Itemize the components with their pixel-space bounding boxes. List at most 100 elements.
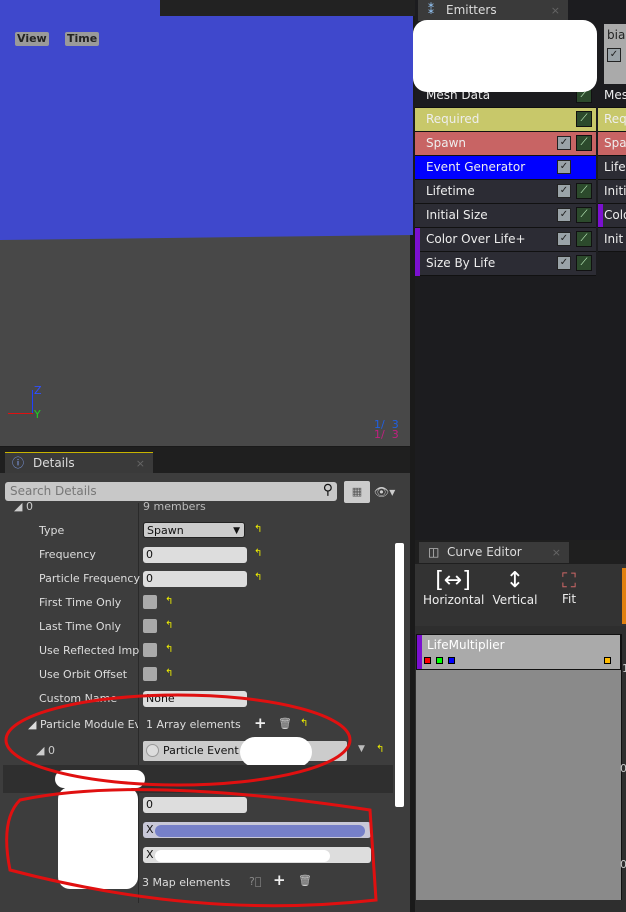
module-label: Mesh [604, 88, 626, 102]
use-orbit-offset-checkbox[interactable] [143, 667, 157, 681]
emitter-icon: ⁑ [428, 3, 434, 17]
red-annotation-scribble [4, 693, 378, 908]
counter-bottom: 1/ 3 [374, 428, 399, 441]
emitter-module-row[interactable]: Color Over Life+ ✓ ⟋ [415, 228, 596, 252]
tab-details[interactable]: ⓘ Details × [5, 452, 153, 473]
emitter-module-row[interactable]: Spawn ✓ ⟋ [415, 132, 596, 156]
type-dropdown[interactable]: Spawn ▼ [143, 522, 245, 538]
module-label: Req [604, 112, 626, 126]
tab-emitters[interactable]: ⁑ Emitters × [418, 0, 568, 21]
tick-0: 0 [620, 762, 626, 775]
emitter-module-row[interactable]: Lifetime ✓ ⟋ [415, 180, 596, 204]
redaction-overlay [0, 0, 413, 240]
module-label: Size By Life [426, 256, 496, 270]
module-label: Spawn [426, 136, 467, 150]
emitter-2-module-row[interactable]: Colo [598, 204, 626, 228]
module-label: Life [604, 160, 626, 174]
blue-channel-toggle[interactable] [448, 657, 455, 664]
fit-button[interactable]: ⛶ Fit [549, 568, 589, 606]
horizontal-icon: [↔] [435, 568, 471, 593]
reset-icon[interactable]: ↰ [254, 548, 262, 559]
module-enable-checkbox[interactable]: ✓ [557, 256, 571, 270]
use-reflected-checkbox[interactable] [143, 643, 157, 657]
emitter-module-row[interactable]: Required ⟋ [415, 108, 596, 132]
module-enable-checkbox[interactable]: ✓ [557, 184, 571, 198]
last-time-only-label: Last Time Only [39, 620, 122, 633]
red-channel-toggle[interactable] [424, 657, 431, 664]
eye-visibility-icon[interactable]: 👁▾ [374, 485, 395, 499]
module-label: Initial Size [426, 208, 488, 222]
reset-icon[interactable]: ↰ [254, 524, 262, 535]
emitter-2-module-row[interactable]: Req [598, 108, 626, 132]
curve-icon: ◫ [428, 545, 440, 559]
close-icon[interactable]: × [136, 453, 145, 474]
y-axis-label: Y [34, 408, 41, 421]
z-axis-line [32, 390, 33, 414]
orange-toolbar-button[interactable] [622, 568, 626, 624]
time-button[interactable]: Time [65, 32, 100, 46]
emitter-2-module-row[interactable]: Init [598, 228, 626, 252]
track-list-area [416, 670, 621, 900]
curve-graph-icon[interactable]: ⟋ [576, 207, 592, 223]
emitter-2-header[interactable]: bian ✓ [604, 24, 626, 84]
last-time-only-checkbox[interactable] [143, 619, 157, 633]
emitter-2-module-row[interactable]: Mesh [598, 84, 626, 108]
module-label: Lifetime [426, 184, 475, 198]
curve-editor-panel: ◫ Curve Editor × [↔] Horizontal ↕ Vertical… [415, 540, 626, 912]
module-enable-checkbox[interactable]: ✓ [557, 208, 571, 222]
close-icon[interactable]: × [551, 0, 560, 21]
module-label: Event Generator [426, 160, 526, 174]
curve-graph-icon[interactable]: ⟋ [576, 231, 592, 247]
search-details-input[interactable]: Search Details ⚲ [5, 482, 337, 501]
viewport-tabbar [160, 0, 416, 16]
tab-label: Curve Editor [447, 545, 522, 559]
emitter-module-row[interactable]: Size By Life ✓ ⟋ [415, 252, 596, 276]
curve-graph-icon[interactable]: ⟋ [576, 111, 592, 127]
vertical-icon: ↕ [505, 568, 525, 593]
curve-graph-icon[interactable]: ⟋ [576, 255, 592, 271]
tab-curve-editor[interactable]: ◫ Curve Editor × [419, 542, 569, 563]
module-label: Initi [604, 184, 626, 198]
view-button[interactable]: View [15, 32, 49, 46]
track-lifemultiplier[interactable]: LifeMultiplier [416, 634, 621, 670]
vertical-fit-button[interactable]: ↕ Vertical [487, 568, 543, 607]
horizontal-fit-button[interactable]: [↔] Horizontal [423, 568, 484, 607]
tick-1: 1 [622, 662, 626, 675]
emitter-2-module-row[interactable]: Initi [598, 180, 626, 204]
use-reflected-label: Use Reflected Impa [39, 644, 139, 657]
search-placeholder: Search Details [10, 484, 97, 498]
close-icon[interactable]: × [552, 542, 561, 563]
module-enable-checkbox[interactable]: ✓ [557, 136, 571, 150]
tab-label: Details [33, 456, 75, 470]
struct-members: 9 members [143, 500, 206, 513]
module-label: Required [426, 112, 480, 126]
search-icon[interactable]: ⚲ [323, 481, 333, 500]
first-time-only-label: First Time Only [39, 596, 122, 609]
view-options-button[interactable]: ▦ [344, 481, 370, 503]
reset-icon[interactable]: ↰ [254, 572, 262, 583]
module-enable-checkbox[interactable]: ✓ [557, 160, 571, 174]
curve-graph-icon[interactable]: ⟋ [576, 135, 592, 151]
module-label: Init [604, 232, 624, 246]
struct-index[interactable]: ◢ 0 [14, 500, 33, 513]
first-time-only-checkbox[interactable] [143, 595, 157, 609]
module-label: Spa [604, 136, 626, 150]
emitter-2-enable-checkbox[interactable]: ✓ [607, 48, 621, 62]
info-icon: ⓘ [12, 456, 25, 470]
tab-label: Emitters [446, 3, 497, 17]
fit-icon: ⛶ [562, 568, 576, 592]
emitter-module-row[interactable]: Initial Size ✓ ⟋ [415, 204, 596, 228]
z-axis-label: Z [34, 384, 42, 397]
redaction-overlay [413, 20, 597, 92]
emitter-module-row[interactable]: Event Generator ✓ [415, 156, 596, 180]
particle-frequency-input[interactable]: 0 [143, 571, 247, 587]
emitter-2-module-row[interactable]: Life [598, 156, 626, 180]
emitter-2-module-row[interactable]: Spa [598, 132, 626, 156]
curve-graph-icon[interactable]: ⟋ [576, 183, 592, 199]
green-channel-toggle[interactable] [436, 657, 443, 664]
frequency-input[interactable]: 0 [143, 547, 247, 563]
module-enable-checkbox[interactable]: ✓ [557, 232, 571, 246]
emitter-2-name: bian [607, 28, 626, 42]
type-label: Type [39, 524, 65, 537]
track-color-toggle[interactable] [604, 657, 611, 664]
